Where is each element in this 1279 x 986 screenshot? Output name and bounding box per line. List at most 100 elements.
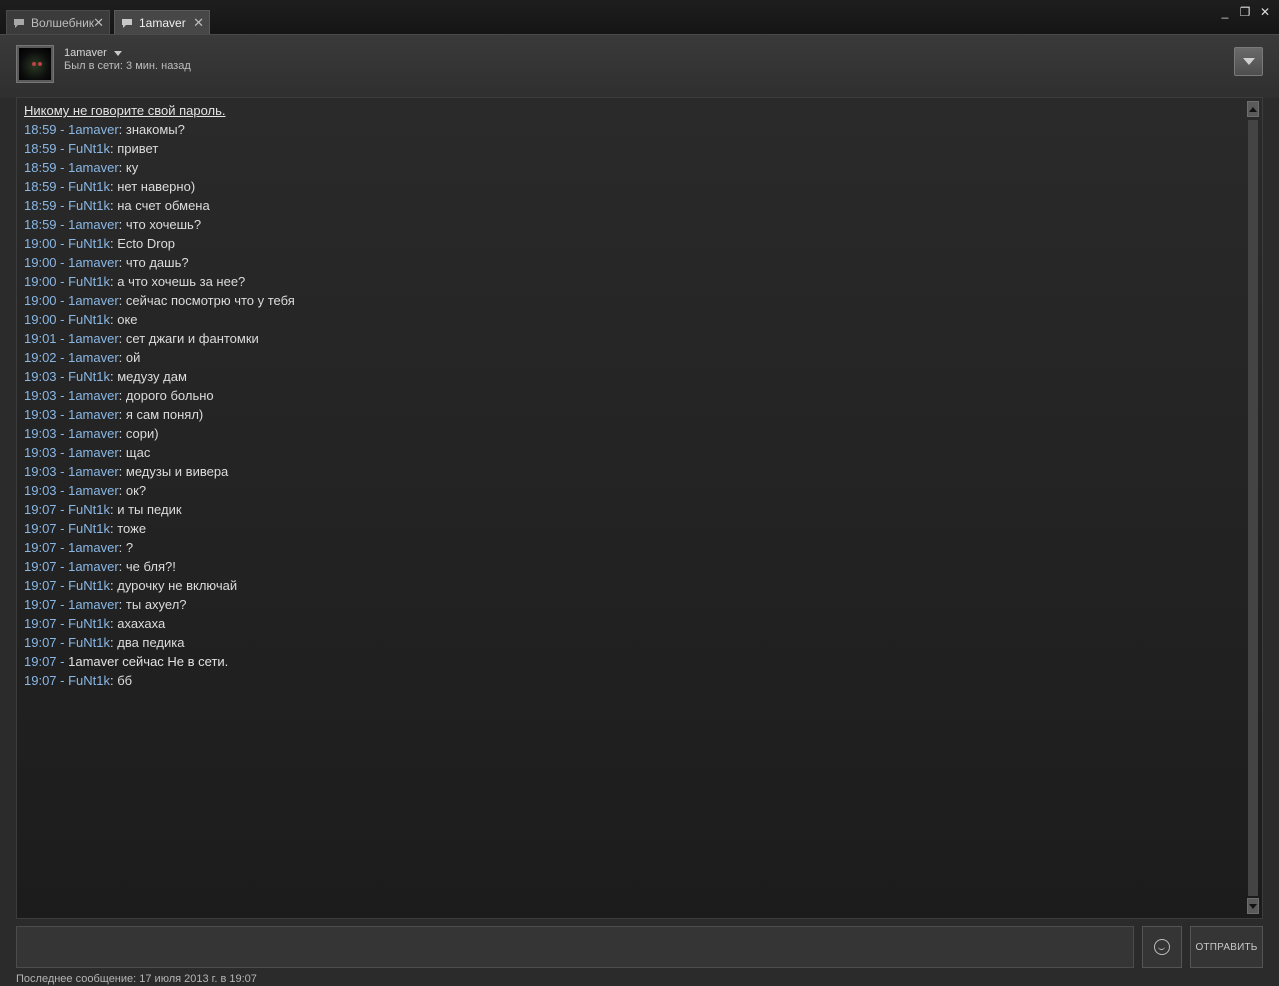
password-warning: Никому не говорите свой пароль. — [24, 103, 226, 118]
chat-message: 19:00 - 1amaver: сейчас посмотрю что у т… — [24, 293, 295, 308]
message-meta[interactable]: 19:03 - 1amaver — [24, 445, 119, 460]
message-meta[interactable]: 19:03 - 1amaver — [24, 464, 119, 479]
message-text: сейчас посмотрю что у тебя — [125, 293, 295, 308]
message-text: дурочку не включай — [117, 578, 238, 593]
message-meta[interactable]: 19:03 - 1amaver — [24, 483, 119, 498]
minimize-icon[interactable]: _ — [1219, 5, 1231, 19]
message-meta[interactable]: 19:00 - FuNt1k — [24, 274, 110, 289]
scroll-track[interactable] — [1248, 120, 1258, 896]
message-meta[interactable]: 19:07 - FuNt1k — [24, 673, 110, 688]
chat-message: 19:03 - 1amaver: медузы и вивера — [24, 464, 229, 479]
tab-close-icon[interactable]: ✕ — [93, 15, 104, 31]
chat-message: 19:07 - 1amaver: че бля?! — [24, 559, 176, 574]
chat-menu-button[interactable] — [1234, 47, 1263, 76]
message-meta[interactable]: 19:07 - 1amaver — [24, 540, 119, 555]
message-meta[interactable]: 19:07 - 1amaver — [24, 597, 119, 612]
scroll-up-button[interactable] — [1247, 101, 1259, 117]
message-text: ок? — [125, 483, 147, 498]
tab-1amaver[interactable]: 1amaver ✕ — [114, 10, 210, 34]
scroll-thumb[interactable] — [1248, 120, 1258, 896]
chat-message: 19:07 - FuNt1k: тоже — [24, 521, 147, 536]
tab-close-icon[interactable]: ✕ — [193, 15, 204, 31]
message-meta[interactable]: 19:00 - 1amaver — [24, 293, 119, 308]
chat-message: 18:59 - FuNt1k: нет наверно) — [24, 179, 196, 194]
message-meta[interactable]: 18:59 - FuNt1k — [24, 179, 110, 194]
message-meta[interactable]: 19:03 - 1amaver — [24, 426, 119, 441]
dropdown-arrow-icon — [1242, 58, 1255, 65]
tab-volshebnik[interactable]: Волшебник ✕ — [6, 10, 110, 34]
chat-bubble-icon — [121, 18, 133, 28]
message-meta[interactable]: 19:03 - 1amaver — [24, 407, 119, 422]
chat-message: 19:03 - 1amaver: я сам понял) — [24, 407, 204, 422]
chat-message: 19:07 - FuNt1k: дурочку не включай — [24, 578, 238, 593]
message-text: два педика — [117, 635, 185, 650]
chat-message: 19:03 - 1amaver: ок? — [24, 483, 147, 498]
chat-message: 19:00 - FuNt1k: Ecto Drop — [24, 236, 176, 251]
message-text: ты ахуел? — [125, 597, 187, 612]
chat-message: 19:07 - FuNt1k: два педика — [24, 635, 185, 650]
message-text: привет — [117, 141, 159, 156]
message-text: 1amaver сейчас Не в сети. — [68, 654, 229, 669]
message-text: Ecto Drop — [117, 236, 176, 251]
tab-label: 1amaver — [139, 15, 186, 30]
message-text: че бля?! — [125, 559, 176, 574]
avatar-image — [19, 48, 51, 80]
chat-messages: Никому не говорите свой пароль. 18:59 - … — [24, 101, 1244, 690]
message-text: тоже — [117, 521, 147, 536]
message-meta[interactable]: 19:02 - 1amaver — [24, 350, 119, 365]
restore-icon[interactable]: ❐ — [1239, 5, 1251, 19]
tab-label: Волшебник — [31, 15, 95, 30]
message-meta[interactable]: 18:59 - FuNt1k — [24, 141, 110, 156]
message-text: сет джаги и фантомки — [125, 331, 259, 346]
message-meta[interactable]: 19:00 - FuNt1k — [24, 312, 110, 327]
message-meta[interactable]: 19:07 - FuNt1k — [24, 616, 110, 631]
close-window-icon[interactable]: ✕ — [1259, 5, 1271, 19]
message-meta[interactable]: 19:07 - FuNt1k — [24, 635, 110, 650]
message-input[interactable] — [16, 926, 1134, 968]
chat-log[interactable]: Никому не говорите свой пароль. 18:59 - … — [16, 97, 1263, 919]
chat-message: 19:00 - 1amaver: что дашь? — [24, 255, 189, 270]
chat-message: 19:03 - FuNt1k: медузу дам — [24, 369, 187, 384]
message-meta[interactable]: 19:07 - — [24, 654, 64, 669]
avatar[interactable] — [16, 45, 54, 83]
message-text: а что хочешь за нее? — [117, 274, 246, 289]
message-text: ку — [125, 160, 139, 175]
chat-message: 19:02 - 1amaver: ой — [24, 350, 141, 365]
chat-message: 19:07 - 1amaver: ты ахуел? — [24, 597, 187, 612]
message-meta[interactable]: 18:59 - 1amaver — [24, 217, 119, 232]
send-button[interactable]: ОТПРАВИТЬ — [1190, 926, 1263, 968]
last-message-info: Последнее сообщение: 17 июля 2013 г. в 1… — [16, 973, 257, 985]
message-text: медузу дам — [117, 369, 187, 384]
emoticon-button[interactable] — [1142, 926, 1182, 968]
message-meta[interactable]: 19:03 - FuNt1k — [24, 369, 110, 384]
scroll-down-button[interactable] — [1247, 898, 1259, 914]
message-meta[interactable]: 19:07 - 1amaver — [24, 559, 119, 574]
message-text: я сам понял) — [125, 407, 204, 422]
message-meta[interactable]: 19:00 - FuNt1k — [24, 236, 110, 251]
chat-message: 18:59 - FuNt1k: на счет обмена — [24, 198, 210, 213]
message-text: сори) — [125, 426, 159, 441]
message-text: бб — [117, 673, 133, 688]
message-text: медузы и вивера — [125, 464, 229, 479]
message-meta[interactable]: 19:00 - 1amaver — [24, 255, 119, 270]
message-meta[interactable]: 19:03 - 1amaver — [24, 388, 119, 403]
message-text: дорого больно — [125, 388, 214, 403]
message-meta[interactable]: 19:07 - FuNt1k — [24, 578, 110, 593]
message-text: оке — [117, 312, 138, 327]
chevron-down-icon — [113, 50, 122, 56]
username-dropdown[interactable]: 1amaver — [64, 47, 122, 59]
chat-message: 18:59 - 1amaver: знакомы? — [24, 122, 185, 137]
chat-message: 19:07 - FuNt1k: и ты педик — [24, 502, 182, 517]
message-meta[interactable]: 18:59 - 1amaver — [24, 160, 119, 175]
window-controls: _ ❐ ✕ — [1219, 5, 1271, 19]
chat-scrollbar[interactable] — [1247, 98, 1261, 916]
message-meta[interactable]: 18:59 - FuNt1k — [24, 198, 110, 213]
message-meta[interactable]: 19:01 - 1amaver — [24, 331, 119, 346]
message-meta[interactable]: 19:07 - FuNt1k — [24, 521, 110, 536]
message-meta[interactable]: 18:59 - 1amaver — [24, 122, 119, 137]
chat-message: 19:00 - FuNt1k: оке — [24, 312, 138, 327]
chat-message: 18:59 - 1amaver: ку — [24, 160, 139, 175]
message-text: что дашь? — [125, 255, 189, 270]
title-bar: Волшебник ✕ 1amaver ✕ _ ❐ ✕ — [0, 0, 1279, 34]
message-meta[interactable]: 19:07 - FuNt1k — [24, 502, 110, 517]
